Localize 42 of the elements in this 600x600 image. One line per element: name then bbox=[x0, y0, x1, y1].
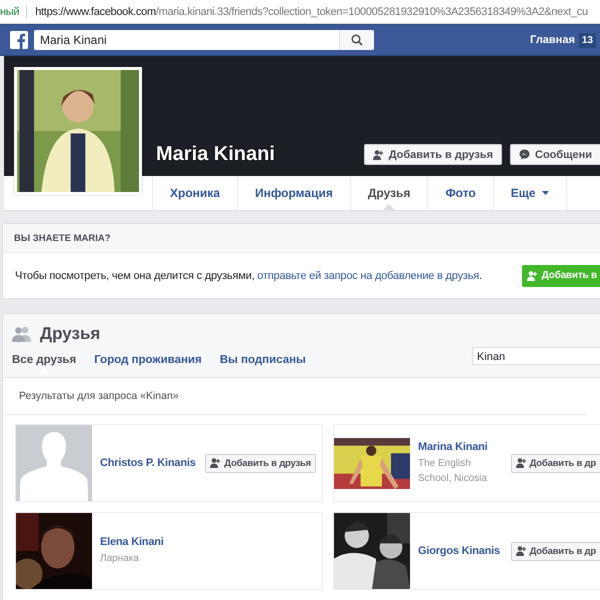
friend-search-field[interactable]: Kinan bbox=[472, 347, 600, 365]
profile-tab[interactable]: Еще bbox=[492, 176, 567, 210]
add-friend-icon bbox=[526, 270, 538, 280]
search-icon bbox=[351, 34, 363, 46]
add-friend-button[interactable]: Добавить в друзья bbox=[205, 454, 316, 472]
friend-request-link[interactable]: отправьте ей запрос на добавление в друзья bbox=[257, 270, 480, 282]
security-label: ный bbox=[0, 6, 28, 18]
results-label: Результаты для запроса «Kinan» bbox=[3, 378, 588, 415]
profile-tab[interactable]: Фото bbox=[427, 176, 493, 210]
chat-bubble-icon bbox=[519, 149, 530, 160]
info-text: Чтобы посмотреть, чем она делится с друзьями, отправьте ей запрос на добавление в друзья. bbox=[15, 270, 482, 282]
add-friend-button[interactable]: Добавить в др bbox=[510, 454, 600, 472]
add-friend-icon bbox=[516, 546, 527, 556]
message-button[interactable]: Сообщени bbox=[510, 144, 600, 165]
friends-icon bbox=[12, 326, 32, 342]
friend-detail: The English School, Nicosia bbox=[418, 456, 488, 486]
profile-tab[interactable]: Хроника bbox=[152, 176, 237, 210]
add-friend-button[interactable]: Добавить в др bbox=[510, 542, 600, 560]
friend-name[interactable]: Elena Kinani bbox=[100, 536, 164, 548]
filter-tab[interactable]: Все друзья bbox=[12, 354, 76, 374]
home-link[interactable]: Главная bbox=[530, 34, 575, 46]
friend-name[interactable]: Marina Kinani bbox=[418, 440, 505, 452]
add-friend-icon bbox=[516, 458, 527, 468]
add-friend-button[interactable]: Добавить в друзья bbox=[364, 144, 502, 165]
facebook-logo[interactable] bbox=[10, 31, 28, 49]
add-friend-icon bbox=[372, 150, 384, 160]
search-button[interactable] bbox=[339, 30, 374, 50]
address-bar[interactable]: https://www.facebook.com/maria.kinani.33/friends?collection_token=100005281932910%3A2356318349%3A2&next_cu bbox=[35, 6, 588, 18]
friend-name[interactable]: Giorgos Kinanis bbox=[418, 545, 500, 557]
filter-tab[interactable]: Город проживания bbox=[94, 354, 202, 374]
profile-tab[interactable]: Информация bbox=[236, 176, 350, 210]
section-title: Друзья bbox=[40, 324, 100, 344]
search-field[interactable]: Maria Kinani bbox=[34, 30, 374, 50]
profile-tab[interactable]: Друзья bbox=[350, 176, 428, 210]
filter-tab[interactable]: Вы подписаны bbox=[220, 354, 306, 374]
card-title: ВЫ ЗНАЕТЕ MARIA? bbox=[14, 232, 111, 244]
friend-detail: Ларнака bbox=[100, 552, 140, 566]
friend-name[interactable]: Christos P. Kinanis bbox=[100, 457, 196, 469]
profile-name: Maria Kinani bbox=[156, 143, 275, 166]
notification-count: 13 bbox=[578, 32, 596, 48]
add-friend-icon bbox=[210, 458, 222, 468]
default-avatar-icon bbox=[16, 425, 92, 501]
